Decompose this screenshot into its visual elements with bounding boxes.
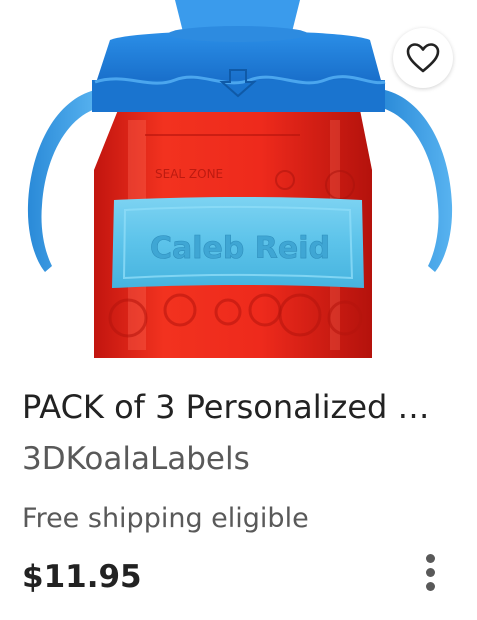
svg-text:SEAL ZONE: SEAL ZONE — [155, 167, 223, 181]
vertical-ellipsis-icon — [425, 553, 435, 563]
shipping-info: Free shipping eligible — [22, 503, 309, 534]
band-name-text: Caleb Reid — [150, 231, 330, 266]
shop-name[interactable]: 3DKoalaLabels — [22, 438, 250, 480]
vertical-ellipsis-icon — [425, 581, 435, 591]
product-image[interactable]: SEAL ZONE Caleb Reid — [0, 0, 477, 358]
favorite-button[interactable] — [393, 28, 453, 88]
more-options-button[interactable] — [412, 550, 448, 594]
vertical-ellipsis-icon — [425, 567, 435, 577]
listing-card[interactable]: SEAL ZONE Caleb Reid PACK of 3 Personali… — [0, 0, 477, 620]
heart-outline-icon — [406, 43, 440, 73]
listing-title[interactable]: PACK of 3 Personalized Name Bands for Si… — [22, 386, 442, 428]
price: $11.95 — [22, 559, 142, 595]
